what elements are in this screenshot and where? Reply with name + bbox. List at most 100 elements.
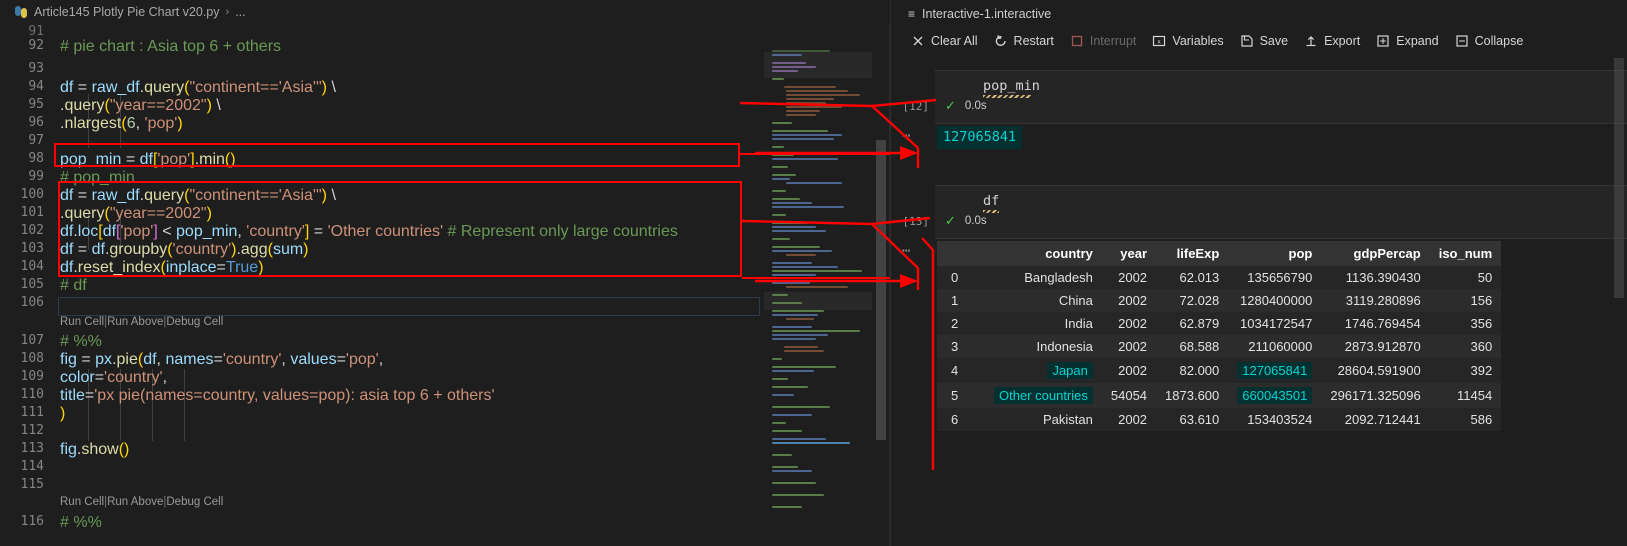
debug-cell-link[interactable]: Debug Cell <box>166 496 223 508</box>
code-line[interactable]: # %% <box>60 333 102 351</box>
cell-index: 5 <box>937 383 985 408</box>
save-button[interactable]: Save <box>1234 32 1299 50</box>
more-dots-icon-1[interactable]: ⋯ <box>902 128 912 144</box>
table-row[interactable]: 6 Pakistan 2002 63.610 153403524 2092.71… <box>937 408 1502 431</box>
code-line[interactable]: ) <box>60 405 65 423</box>
cell-input-area-2[interactable]: df <box>935 185 1627 239</box>
table-row[interactable]: 3 Indonesia 2002 68.588 211060000 2873.9… <box>937 335 1502 358</box>
editor-scrollbar-thumb[interactable] <box>876 140 886 440</box>
cell-pop: 135656790 <box>1228 266 1322 289</box>
cell-duration-1: 0.0s <box>964 100 987 112</box>
cell-isonum: 356 <box>1429 312 1502 335</box>
cell-country: China <box>985 289 1102 312</box>
code-line[interactable]: # pop_min <box>60 169 135 187</box>
variables-button[interactable]: x Variables <box>1146 32 1233 50</box>
cell-country: India <box>985 312 1102 335</box>
code-line[interactable]: df = df.groupby('country').agg(sum) <box>60 241 309 259</box>
table-row[interactable]: 4 Japan 2002 82.000 127065841 28604.5919… <box>937 358 1502 383</box>
line-number: 106 <box>20 295 44 310</box>
code-line[interactable]: title='px pie(names=country, values=pop)… <box>60 387 495 405</box>
code-line[interactable]: fig.show() <box>60 441 129 459</box>
cell-pop: 1280400000 <box>1228 289 1322 312</box>
run-cell-link[interactable]: Run Cell <box>60 496 104 508</box>
code-line[interactable]: pop_min = df['pop'].min() <box>60 151 236 169</box>
table-row[interactable]: 1 China 2002 72.028 1280400000 3119.2808… <box>937 289 1502 312</box>
line-number: 110 <box>20 387 44 402</box>
interactive-cells-container[interactable]: pop_min [12] ✓ 0.0s ⋯ 127065841 df [13] <box>891 58 1627 546</box>
breadcrumb-more[interactable]: ... <box>235 5 245 19</box>
line-number: 103 <box>20 241 44 256</box>
restart-label: Restart <box>1013 34 1054 48</box>
table-row[interactable]: 5 Other countries 54054 1873.600 6600435… <box>937 383 1502 408</box>
cell-input-area-1[interactable]: pop_min <box>935 70 1627 124</box>
interactive-toolbar: Clear All Restart Interrupt x Variables <box>891 28 1627 54</box>
code-line[interactable]: .nlargest(6, 'pop') <box>60 115 183 133</box>
cell-code-2[interactable]: df <box>983 193 999 209</box>
cell-gdppercap: 1746.769454 <box>1321 312 1430 335</box>
code-line[interactable]: df.loc[df['pop'] < pop_min, 'country'] =… <box>60 223 678 241</box>
empty-cell-input[interactable] <box>58 297 760 316</box>
code-line[interactable]: df.reset_index(inplace=True) <box>60 259 264 277</box>
run-above-link[interactable]: Run Above <box>107 496 163 508</box>
column-header-index <box>937 241 985 266</box>
expand-button[interactable]: Expand <box>1370 32 1448 50</box>
code-line[interactable]: # pie chart : Asia top 6 + others <box>60 38 281 56</box>
minimap-slider[interactable] <box>764 52 872 78</box>
code-line[interactable]: fig = px.pie(df, names='country', values… <box>60 351 383 369</box>
notebook-icon: ≡ <box>908 7 916 21</box>
run-cell-link[interactable]: Run Cell <box>60 316 104 328</box>
code-line[interactable]: df = raw_df.query("continent=='Asia'") \ <box>60 79 336 97</box>
table-row[interactable]: 0 Bangladesh 2002 62.013 135656790 1136.… <box>937 266 1502 289</box>
code-line[interactable]: .query("year==2002") <box>60 205 212 223</box>
dataframe-output-table[interactable]: country year lifeExp pop gdpPercap iso_n… <box>937 241 1502 431</box>
export-icon <box>1304 34 1318 48</box>
collapse-button[interactable]: Collapse <box>1449 32 1534 50</box>
cell-pop: 1034172547 <box>1228 312 1322 335</box>
line-number: 107 <box>20 333 44 348</box>
clear-all-button[interactable]: Clear All <box>905 32 988 50</box>
code-line[interactable]: color='country', <box>60 369 167 387</box>
breadcrumb[interactable]: Article145 Plotly Pie Chart v20.py › ... <box>0 0 890 24</box>
check-icon: ✓ <box>945 98 956 113</box>
codelens-toolbar-1[interactable]: Run Cell|Run Above|Debug Cell <box>60 316 223 328</box>
line-number: 93 <box>28 61 44 76</box>
interactive-cell-2: df [13] ✓ 0.0s ⋯ country year lifeExp po… <box>891 185 1627 525</box>
code-line[interactable]: .query("year==2002") \ <box>60 97 221 115</box>
cell-code-1[interactable]: pop_min <box>983 78 1040 94</box>
interactive-window-title: Interactive-1.interactive <box>922 7 1052 21</box>
code-line[interactable]: # %% <box>60 514 102 532</box>
minimap-slider-2[interactable] <box>764 292 872 310</box>
more-dots-icon-2[interactable]: ⋯ <box>902 243 912 259</box>
table-row[interactable]: 2 India 2002 62.879 1034172547 1746.7694… <box>937 312 1502 335</box>
code-area[interactable]: 91 92 93 94 95 96 97 98 99 100 101 102 1… <box>0 24 890 546</box>
export-button[interactable]: Export <box>1298 32 1370 50</box>
cell-gdppercap: 296171.325096 <box>1321 383 1430 408</box>
cell-isonum: 360 <box>1429 335 1502 358</box>
breadcrumb-filename[interactable]: Article145 Plotly Pie Chart v20.py <box>34 5 220 19</box>
cell-pop-highlighted: 660043501 <box>1228 383 1322 408</box>
cell-year: 2002 <box>1101 312 1157 335</box>
line-number: 112 <box>20 423 44 438</box>
breadcrumb-separator-icon: › <box>225 6 230 18</box>
code-line[interactable]: df = raw_df.query("continent=='Asia'") \ <box>60 187 336 205</box>
debug-cell-link[interactable]: Debug Cell <box>166 316 223 328</box>
cell-index: 6 <box>937 408 985 431</box>
restart-button[interactable]: Restart <box>988 32 1064 50</box>
cell-pop: 211060000 <box>1228 335 1322 358</box>
interrupt-button[interactable]: Interrupt <box>1064 32 1147 50</box>
interrupt-label: Interrupt <box>1089 34 1137 48</box>
line-number: 114 <box>20 459 44 474</box>
interactive-scrollbar-thumb[interactable] <box>1614 58 1624 298</box>
cell-lifeexp: 62.013 <box>1156 266 1229 289</box>
line-number: 98 <box>28 151 44 166</box>
code-line[interactable]: # df <box>60 277 87 295</box>
cell-year: 2002 <box>1101 408 1157 431</box>
run-above-link[interactable]: Run Above <box>107 316 163 328</box>
line-number: 111 <box>20 405 44 420</box>
cell-gdppercap: 2873.912870 <box>1321 335 1430 358</box>
highlight-value: 660043501 <box>1237 387 1313 404</box>
highlight-value: 127065841 <box>1237 362 1313 379</box>
column-header-country: country <box>985 241 1102 266</box>
codelens-toolbar-2[interactable]: Run Cell|Run Above|Debug Cell <box>60 496 223 508</box>
cell-country-highlighted: Japan <box>985 358 1102 383</box>
